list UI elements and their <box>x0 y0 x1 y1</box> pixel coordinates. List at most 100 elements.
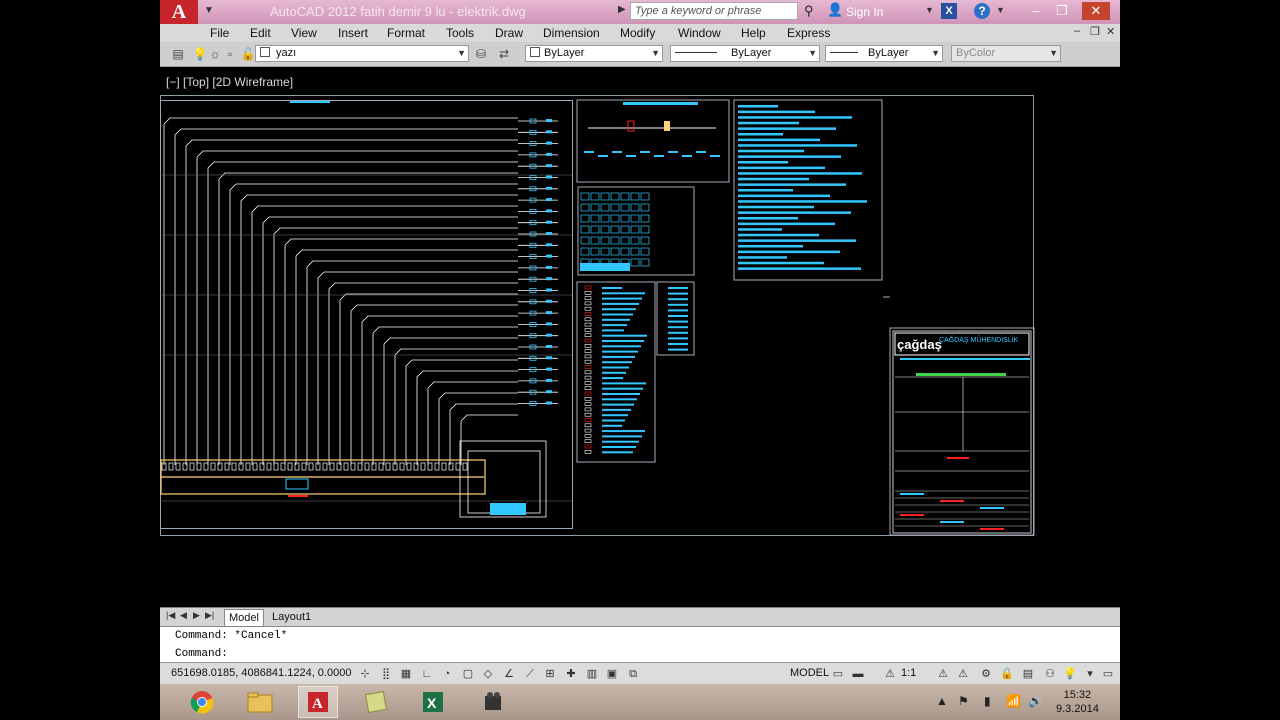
minimize-button[interactable]: – <box>1022 2 1050 20</box>
annotation-scale-icon[interactable]: ⚠ <box>882 666 898 682</box>
quick-view-drawings-icon[interactable]: ▬ <box>850 666 866 682</box>
toolbar-lock-icon[interactable]: 🔒 <box>999 666 1015 682</box>
svg-text:A: A <box>312 696 323 712</box>
last-tab-icon[interactable]: ▶| <box>205 610 214 621</box>
polar-tracking-icon[interactable]: ◔ <box>439 666 455 682</box>
help-dropdown-icon[interactable]: ▼ <box>996 5 1005 15</box>
sign-in-dropdown-icon[interactable]: ▼ <box>925 5 934 15</box>
ortho-mode-icon[interactable]: ∟ <box>419 666 435 682</box>
schedule-details <box>290 101 1030 530</box>
media-taskbar-icon[interactable] <box>473 686 513 718</box>
show-hidden-icons-icon[interactable]: ▲ <box>936 694 948 708</box>
first-tab-icon[interactable]: |◀ <box>166 610 175 621</box>
auto-scale-icon[interactable]: ⚠ <box>955 666 971 682</box>
network-icon[interactable]: 📶 <box>1006 694 1021 708</box>
prev-tab-icon[interactable]: ◀ <box>180 610 187 621</box>
transparency-icon[interactable]: ▥ <box>584 666 600 682</box>
dynamic-input-icon[interactable]: ⊞ <box>542 666 558 682</box>
layer-freeze-icon[interactable]: ☼ <box>207 46 223 62</box>
next-tab-icon[interactable]: ▶ <box>193 610 200 621</box>
volume-icon[interactable]: 🔊 <box>1028 694 1043 708</box>
chrome-icon <box>190 691 214 714</box>
menu-insert[interactable]: Insert <box>338 25 368 41</box>
file-explorer-taskbar-icon[interactable] <box>240 686 280 718</box>
doc-minimize-icon[interactable]: – <box>1074 25 1080 37</box>
command-line[interactable]: Command: *Cancel* Command: <box>160 626 1120 663</box>
selection-cycling-icon[interactable]: ⧉ <box>625 666 641 682</box>
status-menu-icon[interactable]: ▾ <box>1082 666 1098 682</box>
3d-osnap-icon[interactable]: ◇ <box>480 666 496 682</box>
drawing-canvas[interactable]: çağdaş ÇAĞDAŞ MÜHENDİSLİK <box>160 67 1120 607</box>
linetype-dropdown[interactable]: ByLayer ▼ <box>670 45 820 62</box>
infer-constraints-icon[interactable]: ⊹ <box>357 666 373 682</box>
annotation-scale-value[interactable]: 1:1 <box>901 667 916 679</box>
drawing-area[interactable]: [−] [Top] [2D Wireframe] çağdaş ÇAĞDAŞ M… <box>160 67 1120 607</box>
layer-properties-icon[interactable]: ▤ <box>170 46 186 62</box>
quick-view-layouts-icon[interactable]: ▭ <box>830 666 846 682</box>
make-current-layer-icon[interactable]: ⛁ <box>473 46 489 62</box>
menu-edit[interactable]: Edit <box>250 25 271 41</box>
color-value: ByLayer <box>544 47 585 59</box>
layer-on-icon[interactable]: 💡 <box>192 46 208 62</box>
close-button[interactable]: ✕ <box>1082 2 1110 20</box>
autocad-taskbar-icon[interactable]: A <box>298 686 338 718</box>
infocenter-collapse-icon[interactable]: ▶ <box>618 4 630 20</box>
model-space-toggle[interactable]: MODEL <box>790 667 829 679</box>
object-snap-tracking-icon[interactable]: ∠ <box>501 666 517 682</box>
menu-dimension[interactable]: Dimension <box>543 25 600 41</box>
menu-view[interactable]: View <box>291 25 317 41</box>
plotstyle-dropdown[interactable]: ByColor ▼ <box>951 45 1061 62</box>
menu-format[interactable]: Format <box>387 25 425 41</box>
system-clock[interactable]: 15:32 9.3.2014 <box>1056 688 1099 716</box>
hardware-acceleration-icon[interactable]: ▤ <box>1020 666 1036 682</box>
chevron-down-icon: ▼ <box>1049 48 1058 58</box>
grid-display-icon[interactable]: ▦ <box>398 666 414 682</box>
linetype-value: ByLayer <box>731 47 772 59</box>
sign-in-link[interactable]: Sign In <box>846 5 883 19</box>
menu-modify[interactable]: Modify <box>620 25 655 41</box>
tab-model[interactable]: Model <box>224 609 264 626</box>
help-button[interactable]: ? <box>974 3 990 19</box>
lineweight-dropdown[interactable]: ByLayer ▼ <box>825 45 943 62</box>
doc-close-icon[interactable]: ✕ <box>1106 25 1115 38</box>
battery-icon[interactable]: ▮ <box>984 694 991 708</box>
notes-taskbar-icon[interactable] <box>356 686 396 718</box>
chrome-taskbar-icon[interactable] <box>182 686 222 718</box>
annotation-visibility-icon[interactable]: ⚠ <box>935 666 951 682</box>
command-prompt[interactable]: Command: <box>175 648 228 660</box>
restore-button[interactable]: ❐ <box>1048 2 1076 20</box>
menu-help[interactable]: Help <box>741 25 766 41</box>
quick-access-dropdown-icon[interactable]: ▼ <box>204 5 214 16</box>
clean-screen-icon[interactable]: ▭ <box>1100 666 1116 682</box>
menu-file[interactable]: File <box>210 25 229 41</box>
search-input[interactable]: Type a keyword or phrase <box>630 2 798 20</box>
application-menu-button[interactable]: A <box>160 0 198 24</box>
menu-express[interactable]: Express <box>787 25 830 41</box>
binoculars-icon[interactable]: ⚲ <box>804 3 814 19</box>
coordinates-readout[interactable]: 651698.0185, 4086841.1224, 0.0000 <box>171 667 351 679</box>
excel-taskbar-icon[interactable]: X <box>413 686 453 718</box>
lightbulb-icon[interactable]: 💡 <box>1062 666 1078 682</box>
lineweight-icon[interactable]: ✚ <box>563 666 579 682</box>
isolate-objects-icon[interactable]: ⚇ <box>1042 666 1058 682</box>
snap-mode-icon[interactable]: ⣿ <box>378 666 394 682</box>
quick-properties-icon[interactable]: ▣ <box>604 666 620 682</box>
color-dropdown[interactable]: ByLayer ▼ <box>525 45 663 62</box>
doc-restore-icon[interactable]: ❐ <box>1090 25 1100 38</box>
exchange-icon[interactable]: X <box>941 3 957 19</box>
layer-lock-toggle-icon[interactable]: 🔓 <box>240 46 256 62</box>
object-snap-icon[interactable]: ▢ <box>460 666 476 682</box>
menu-window[interactable]: Window <box>678 25 721 41</box>
menu-tools[interactable]: Tools <box>446 25 474 41</box>
menu-draw[interactable]: Draw <box>495 25 523 41</box>
action-center-flag-icon[interactable]: ⚑ <box>958 694 969 708</box>
layout-tabs: |◀ ◀ ▶ ▶| Model Layout1 <box>160 607 1120 626</box>
dynamic-ucs-icon[interactable]: ⟋ <box>522 666 538 682</box>
layer-dropdown[interactable]: yazı ▼ <box>255 45 469 62</box>
tab-layout1[interactable]: Layout1 <box>268 609 315 625</box>
workspace-switching-icon[interactable]: ⚙ <box>978 666 994 682</box>
single-line-wiring <box>160 117 572 518</box>
user-icon[interactable]: 👤 <box>827 2 843 18</box>
layer-lock-icon[interactable]: ▫ <box>222 46 238 62</box>
layer-previous-icon[interactable]: ⇄ <box>496 46 512 62</box>
